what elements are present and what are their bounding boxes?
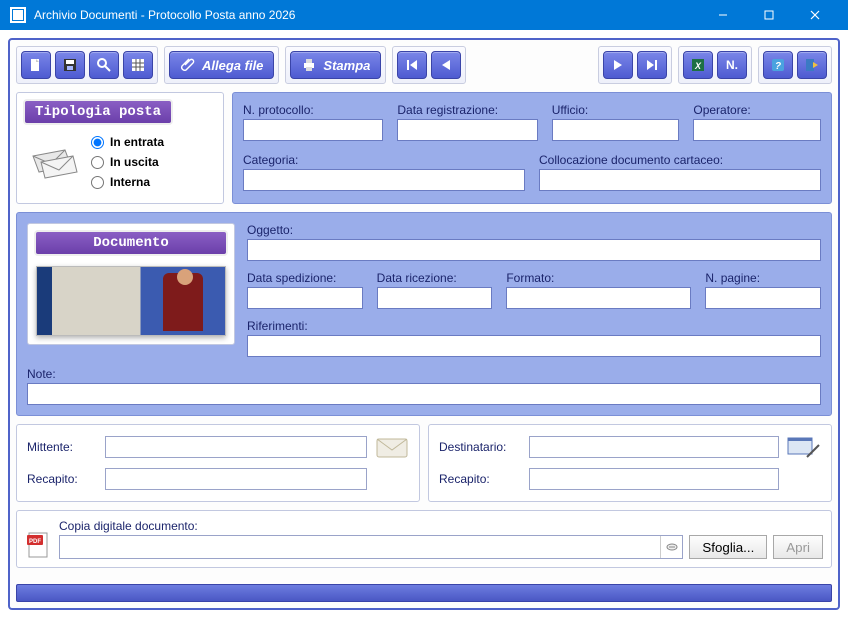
formato-field[interactable]: [506, 287, 691, 309]
destinatario-recapito-field[interactable]: [529, 468, 779, 490]
data-sped-label: Data spedizione:: [247, 271, 363, 285]
title-bar: Archivio Documenti - Protocollo Posta an…: [0, 0, 848, 30]
collocazione-label: Collocazione documento cartaceo:: [539, 153, 821, 167]
formato-label: Formato:: [506, 271, 691, 285]
radio-in-entrata[interactable]: In entrata: [91, 135, 164, 149]
attach-file-button[interactable]: Allega file: [169, 51, 274, 79]
mittente-recapito-field[interactable]: [105, 468, 367, 490]
sfoglia-button[interactable]: Sfoglia...: [689, 535, 767, 559]
new-button[interactable]: [21, 51, 51, 79]
copia-label: Copia digitale documento:: [59, 519, 823, 533]
grid-button[interactable]: [123, 51, 153, 79]
mittente-panel: Mittente: Recapito:: [16, 424, 420, 502]
documento-panel: Documento Oggetto: Data spedizione: Data…: [16, 212, 832, 416]
excel-export-button[interactable]: X: [683, 51, 713, 79]
printer-icon: [301, 57, 317, 73]
nav-next-button[interactable]: [603, 51, 633, 79]
svg-text:PDF: PDF: [29, 539, 41, 545]
note-field[interactable]: [27, 383, 821, 405]
save-button[interactable]: [55, 51, 85, 79]
attach-file-label: Allega file: [202, 58, 263, 73]
pdf-icon: PDF: [25, 531, 51, 559]
mail-icon: [375, 435, 409, 459]
mittente-label: Mittente:: [27, 440, 97, 454]
documento-header: Documento: [34, 230, 228, 256]
categoria-label: Categoria:: [243, 153, 525, 167]
riferimenti-field[interactable]: [247, 335, 821, 357]
n-protocollo-field[interactable]: [243, 119, 383, 141]
mittente-field[interactable]: [105, 436, 367, 458]
tipologia-panel: Tipologia posta In entrata In uscita Int…: [16, 92, 224, 204]
toolbar: Allega file Stampa X N. ?: [16, 46, 832, 84]
destinatario-recapito-label: Recapito:: [439, 472, 521, 486]
maximize-button[interactable]: [746, 0, 792, 30]
print-button[interactable]: Stampa: [290, 51, 381, 79]
minimize-button[interactable]: [700, 0, 746, 30]
copia-path-field[interactable]: [60, 536, 660, 558]
app-icon: [10, 7, 26, 23]
close-button[interactable]: [792, 0, 838, 30]
exit-button[interactable]: [797, 51, 827, 79]
destinatario-panel: Destinatario: Recapito:: [428, 424, 832, 502]
clear-path-icon[interactable]: [660, 536, 682, 558]
data-reg-label: Data registrazione:: [397, 103, 537, 117]
n-pagine-label: N. pagine:: [705, 271, 821, 285]
data-ric-label: Data ricezione:: [377, 271, 493, 285]
ufficio-field[interactable]: [552, 119, 680, 141]
operatore-label: Operatore:: [693, 103, 821, 117]
nav-last-button[interactable]: [637, 51, 667, 79]
operatore-field[interactable]: [693, 119, 821, 141]
window-title: Archivio Documenti - Protocollo Posta an…: [34, 8, 700, 22]
riferimenti-label: Riferimenti:: [247, 319, 821, 333]
search-button[interactable]: [89, 51, 119, 79]
status-bar: [16, 584, 832, 602]
nav-prev-button[interactable]: [431, 51, 461, 79]
radio-in-uscita[interactable]: In uscita: [91, 155, 164, 169]
print-label: Stampa: [323, 58, 370, 73]
tipologia-header: Tipologia posta: [23, 99, 173, 125]
svg-text:?: ?: [775, 61, 781, 72]
main-frame: Allega file Stampa X N. ?: [8, 38, 840, 610]
radio-interna[interactable]: Interna: [91, 175, 164, 189]
destinatario-field[interactable]: [529, 436, 779, 458]
ufficio-label: Ufficio:: [552, 103, 680, 117]
note-label: Note:: [27, 367, 821, 381]
data-reg-field[interactable]: [397, 119, 537, 141]
mail-write-icon: [787, 435, 821, 459]
svg-text:X: X: [694, 61, 702, 71]
apri-button[interactable]: Apri: [773, 535, 823, 559]
categoria-field[interactable]: [243, 169, 525, 191]
mittente-recapito-label: Recapito:: [27, 472, 97, 486]
protocollo-panel: N. protocollo: Data registrazione: Uffic…: [232, 92, 832, 204]
archive-image: [36, 266, 226, 336]
oggetto-label: Oggetto:: [247, 223, 821, 237]
envelope-icon: [27, 142, 81, 182]
help-button[interactable]: ?: [763, 51, 793, 79]
data-ric-field[interactable]: [377, 287, 493, 309]
number-button[interactable]: N.: [717, 51, 747, 79]
nav-first-button[interactable]: [397, 51, 427, 79]
paperclip-icon: [180, 57, 196, 73]
n-pagine-field[interactable]: [705, 287, 821, 309]
collocazione-field[interactable]: [539, 169, 821, 191]
destinatario-label: Destinatario:: [439, 440, 521, 454]
n-protocollo-label: N. protocollo:: [243, 103, 383, 117]
data-sped-field[interactable]: [247, 287, 363, 309]
oggetto-field[interactable]: [247, 239, 821, 261]
copia-digitale-panel: PDF Copia digitale documento: Sfoglia...…: [16, 510, 832, 568]
